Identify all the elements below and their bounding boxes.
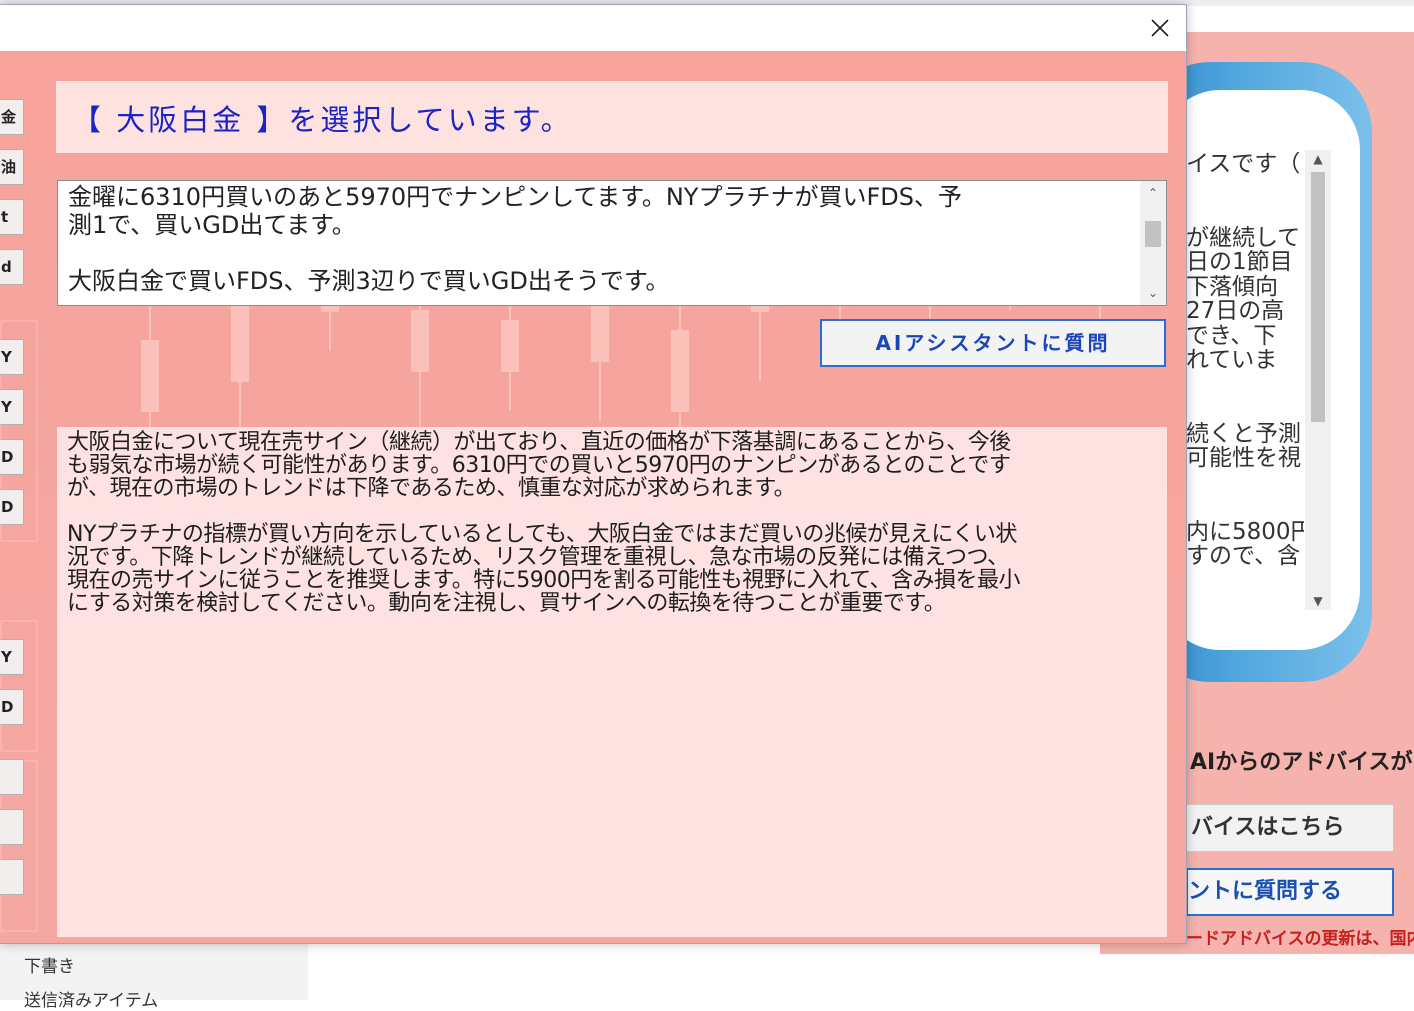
ask-assistant-button[interactable]: ントに質問する xyxy=(1186,868,1394,916)
ask-ai-assistant-button[interactable]: AIアシスタントに質問 xyxy=(820,319,1166,367)
advice-panel-line: 27日の高 xyxy=(1186,299,1285,323)
advice-panel-scrollbar[interactable]: ▲ ▼ xyxy=(1305,150,1331,610)
side-menu-button[interactable]: 油 xyxy=(0,149,24,185)
advice-panel-line: れていま xyxy=(1186,348,1278,372)
selection-header: 【 大阪白金 】を選択しています。 xyxy=(56,81,1168,153)
side-menu-button[interactable]: Y xyxy=(0,389,24,425)
side-menu-button[interactable]: 金 xyxy=(0,99,24,135)
scrollbar-thumb[interactable] xyxy=(1145,221,1161,247)
advice-panel-line: 内に5800円 xyxy=(1186,519,1304,544)
mail-folder-sent[interactable]: 送信済みアイテム xyxy=(24,986,158,1011)
memo-scrollbar[interactable]: ⌃ ⌄ xyxy=(1140,181,1166,305)
scroll-down-icon[interactable]: ▼ xyxy=(1311,594,1325,608)
update-notice: ードアドバイスの更新は、国内 xyxy=(1186,929,1414,949)
scroll-down-icon[interactable]: ⌄ xyxy=(1145,285,1161,301)
advice-panel-line: 日の1節目 xyxy=(1186,250,1293,274)
side-menu-button[interactable]: t xyxy=(0,199,24,235)
side-menu-button[interactable]: D xyxy=(0,439,24,475)
advice-panel-line: 下落傾向 xyxy=(1186,274,1278,299)
side-menu-button[interactable]: d xyxy=(0,249,24,285)
ai-advice-label: AIからのアドバイスが xyxy=(1190,750,1413,775)
memo-textarea[interactable]: 金曜に6310円買いのあと5970円でナンピンしてます。NYプラチナが買いFDS… xyxy=(57,180,1167,306)
scrollbar-thumb[interactable] xyxy=(1311,172,1325,422)
ai-response-text: 大阪白金について現在売サイン（継続）が出ており、直近の価格が下落基調にあることか… xyxy=(67,430,1021,616)
close-icon xyxy=(1151,19,1169,37)
ai-assistant-dialog: 金油tdYYDDYD 【 大阪白金 】を選択しています。 金曜に6310円買いの… xyxy=(0,4,1187,944)
scroll-up-icon[interactable]: ⌃ xyxy=(1145,185,1161,201)
advice-button[interactable]: バイスはこちら xyxy=(1186,804,1394,852)
side-menu-button[interactable] xyxy=(0,759,24,795)
mail-folder-drafts[interactable]: 下書き xyxy=(24,952,75,977)
side-menu-button[interactable]: Y xyxy=(0,639,24,675)
advice-panel-line: イスです（ xyxy=(1186,152,1301,176)
ai-response-box: 大阪白金について現在売サイン（継続）が出ており、直近の価格が下落基調にあることか… xyxy=(57,427,1167,937)
side-menu-button[interactable]: Y xyxy=(0,339,24,375)
close-button[interactable] xyxy=(1138,9,1182,47)
dialog-client-area: 金油tdYYDDYD 【 大阪白金 】を選択しています。 金曜に6310円買いの… xyxy=(0,51,1186,943)
memo-text: 金曜に6310円買いのあと5970円でナンピンしてます。NYプラチナが買いFDS… xyxy=(68,183,962,295)
mail-folder-list: 下書き 送信済みアイテム xyxy=(0,940,308,1011)
side-menu-button[interactable]: D xyxy=(0,489,24,525)
side-menu-button[interactable]: D xyxy=(0,689,24,725)
advice-panel-line: 可能性を視 xyxy=(1186,446,1301,470)
advice-panel-line: すので、含 xyxy=(1186,544,1301,568)
side-menu-button[interactable] xyxy=(0,859,24,895)
dialog-titlebar xyxy=(0,5,1186,51)
advice-panel-line: 続くと予測 xyxy=(1186,421,1301,446)
selected-item-title: 【 大阪白金 】を選択しています。 xyxy=(72,103,573,137)
scroll-up-icon[interactable]: ▲ xyxy=(1311,152,1325,166)
advice-panel-line: でき、下 xyxy=(1186,323,1277,348)
advice-panel-line: が継続して xyxy=(1186,225,1301,250)
side-menu-button[interactable] xyxy=(0,809,24,845)
